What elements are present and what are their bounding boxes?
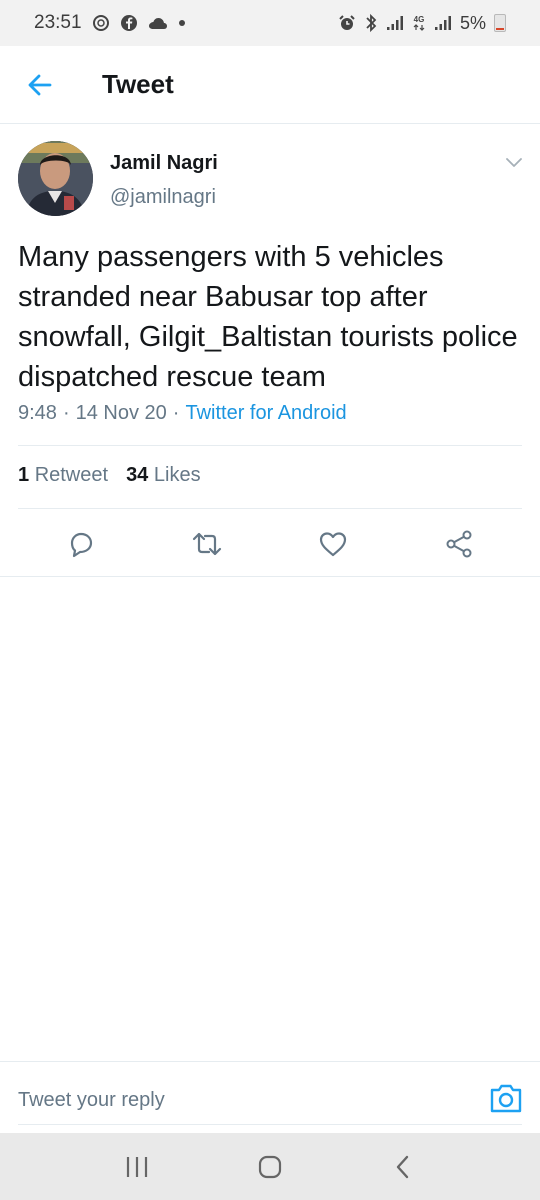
retweet-button[interactable]	[177, 519, 237, 569]
chevron-down-icon	[506, 158, 522, 167]
dot-icon	[178, 19, 186, 27]
tweet-stats: 1 Retweet 34 Likes	[18, 464, 201, 487]
reply-button[interactable]	[51, 519, 111, 569]
retweet-icon	[192, 532, 222, 556]
reply-input[interactable]	[18, 1080, 458, 1120]
like-button[interactable]	[303, 519, 363, 569]
signal-icon-2	[434, 15, 452, 31]
reply-bar	[0, 1061, 540, 1133]
whatsapp-status-icon	[92, 14, 110, 32]
author-row: Jamil Nagri @jamilnagri	[0, 124, 540, 224]
back-icon	[397, 1155, 409, 1178]
recents-icon	[126, 1156, 147, 1177]
page-title: Tweet	[102, 69, 174, 99]
status-left: 23:51	[34, 12, 186, 34]
tweet-time: 9:48	[18, 402, 57, 424]
divider	[18, 508, 522, 509]
status-bar: 23:51 4G 5%	[0, 0, 540, 46]
tweet: Jamil Nagri @jamilnagri Many passengers …	[0, 124, 540, 577]
author-name[interactable]: Jamil Nagri	[110, 152, 218, 175]
tweet-date: 14 Nov 20	[75, 402, 167, 424]
battery-icon	[494, 14, 506, 32]
tweet-menu-button[interactable]	[502, 150, 526, 174]
share-button[interactable]	[429, 519, 489, 569]
share-icon	[446, 530, 472, 558]
home-icon	[258, 1155, 282, 1178]
likes-stat[interactable]: 34 Likes	[126, 464, 201, 487]
like-count: 34	[126, 464, 149, 486]
tweet-meta: 9:48 · 14 Nov 20 · Twitter for Android	[18, 402, 347, 425]
signal-icon	[386, 15, 404, 31]
camera-button[interactable]	[488, 1080, 524, 1116]
retweets-stat[interactable]: 1 Retweet	[18, 464, 108, 487]
arrow-left-icon	[28, 74, 52, 95]
4g-icon: 4G	[412, 14, 426, 32]
home-button[interactable]	[240, 1142, 300, 1192]
battery-percent: 5%	[459, 12, 486, 33]
system-nav-bar	[0, 1133, 540, 1200]
meta-separator: ·	[62, 402, 70, 424]
recents-button[interactable]	[107, 1142, 167, 1192]
reply-icon	[70, 532, 93, 558]
camera-icon	[490, 1084, 522, 1113]
like-label: Likes	[153, 464, 201, 486]
status-time: 23:51	[34, 12, 82, 33]
tweet-text: Many passengers with 5 vehicles stranded…	[18, 241, 518, 393]
tweet-actions	[0, 512, 540, 576]
divider	[0, 576, 540, 577]
bluetooth-icon	[364, 13, 378, 33]
cloud-icon	[148, 16, 168, 30]
nav-back-button[interactable]	[373, 1142, 433, 1192]
svg-text:4G: 4G	[414, 15, 425, 24]
alarm-icon	[338, 14, 356, 32]
avatar[interactable]	[18, 141, 93, 216]
author-handle[interactable]: @jamilnagri	[110, 186, 216, 209]
reply-underline	[18, 1124, 522, 1125]
meta-separator-2: ·	[172, 402, 180, 424]
retweet-label: Retweet	[34, 464, 109, 486]
like-icon	[319, 532, 347, 557]
facebook-icon	[120, 14, 138, 32]
status-right: 4G 5%	[338, 13, 506, 34]
retweet-count: 1	[18, 464, 30, 486]
back-button[interactable]	[0, 46, 80, 124]
divider	[18, 445, 522, 446]
tweet-source-link[interactable]: Twitter for Android	[185, 402, 346, 425]
header: Tweet	[0, 46, 540, 124]
